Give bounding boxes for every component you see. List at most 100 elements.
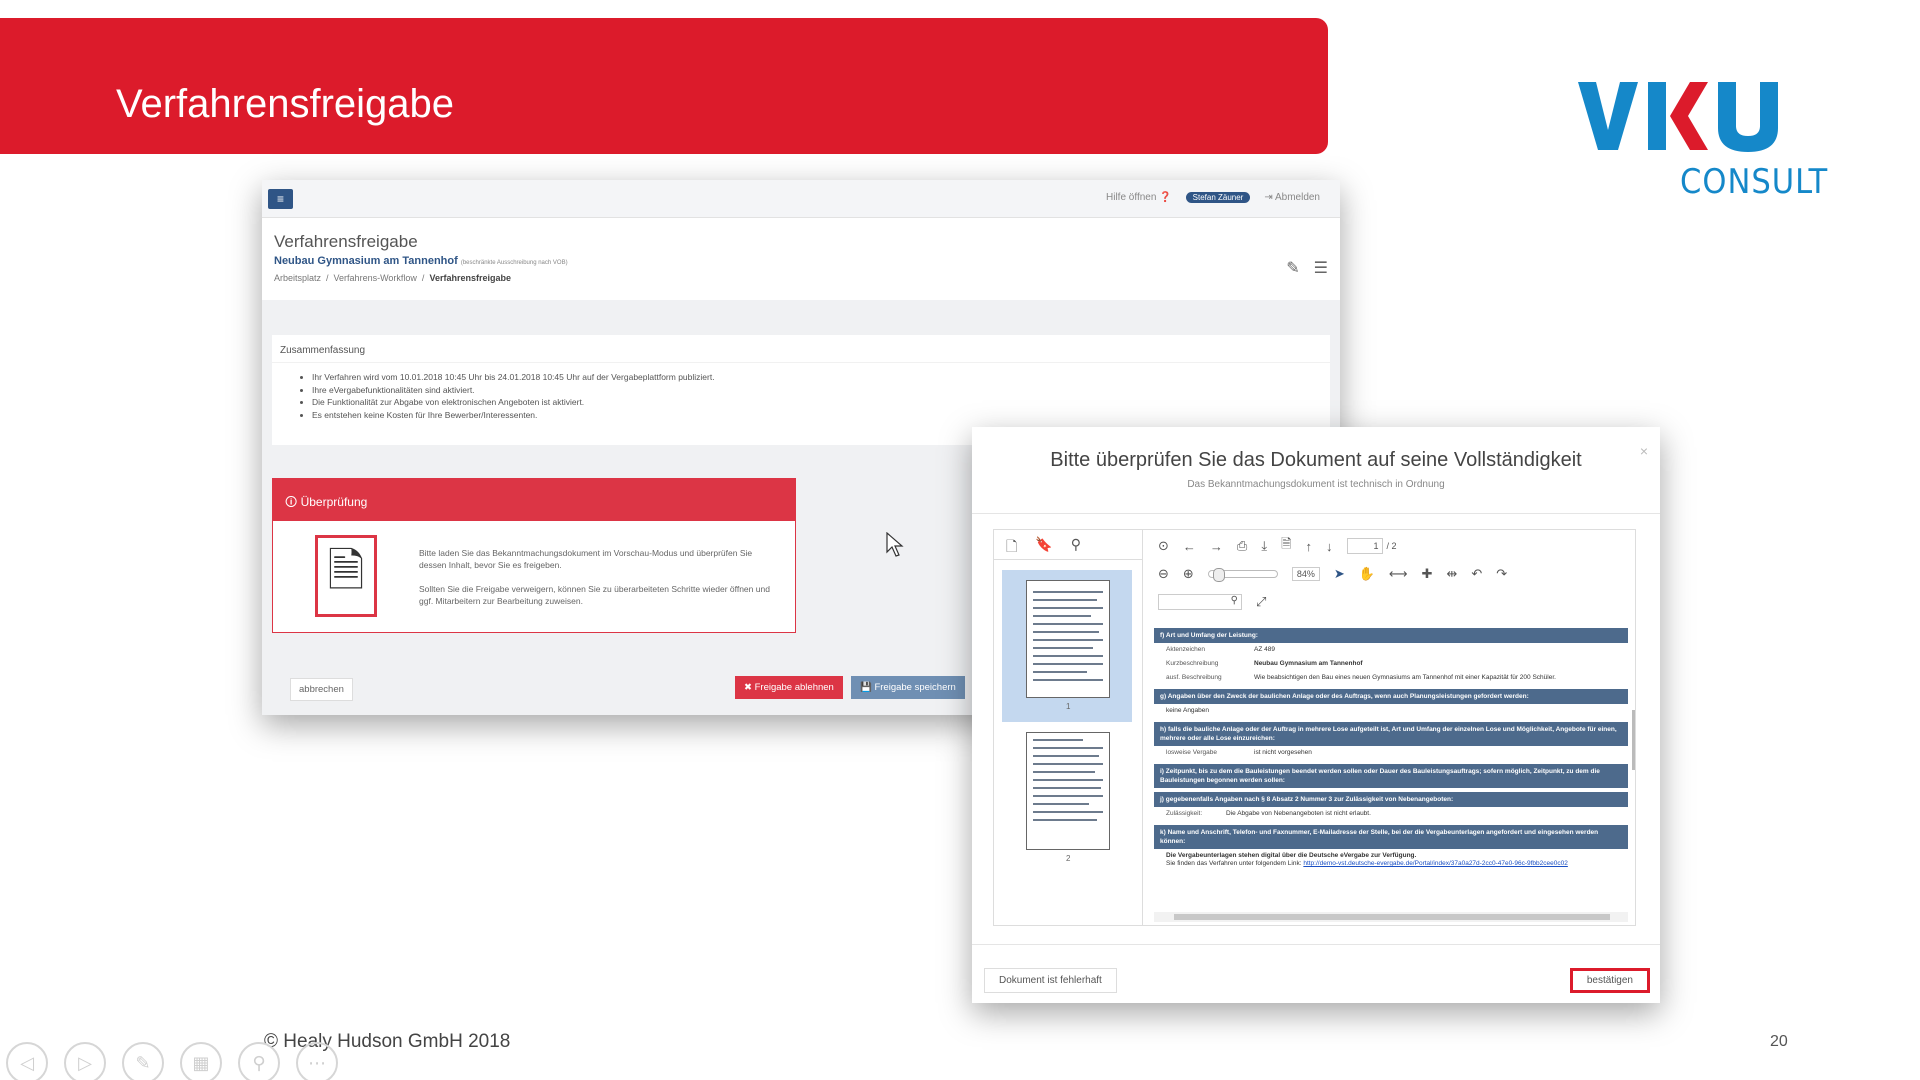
- doc-row: keine Angaben: [1154, 704, 1628, 718]
- help-label: Hilfe öffnen: [1106, 192, 1157, 203]
- zoom-slider[interactable]: [1207, 568, 1278, 582]
- cancel-button[interactable]: abbrechen: [290, 678, 353, 701]
- breadcrumb: Arbeitsplatz / Verfahrens-Workflow / Ver…: [274, 273, 511, 283]
- document-faulty-button[interactable]: Dokument ist fehlerhaft: [984, 968, 1117, 993]
- doc-row-key: ausf. Beschreibung: [1166, 674, 1222, 681]
- zoom-value[interactable]: 84%: [1291, 567, 1320, 581]
- find-search-icon: ⚲: [1230, 595, 1238, 606]
- doc-row-value: AZ 489: [1254, 646, 1275, 653]
- page-down-icon[interactable]: ↓: [1326, 539, 1333, 554]
- page-up-icon[interactable]: ↑: [1306, 539, 1313, 554]
- pdf-icon[interactable]: 🗎: [1281, 535, 1291, 557]
- reject-button[interactable]: ✖ Freigabe ablehnen: [735, 676, 843, 699]
- fullscreen-icon[interactable]: ⤢: [1256, 594, 1266, 610]
- slide-page-number: 20: [1770, 1033, 1788, 1050]
- slide: Verfahrensfreigabe CONSULT ≡ Hilfe öffne…: [0, 0, 1920, 1080]
- doc-text: Die Vergabeunterlagen stehen digital übe…: [1166, 852, 1417, 859]
- select-cursor-icon[interactable]: ➤: [1334, 566, 1345, 582]
- thumbnail-number-1: 1: [1066, 702, 1071, 711]
- user-badge[interactable]: Stefan Zäuner: [1185, 192, 1251, 203]
- zoom-in-icon[interactable]: ⊕: [1183, 566, 1194, 582]
- confirm-button[interactable]: bestätigen: [1569, 968, 1650, 993]
- help-icon: ❓: [1159, 192, 1172, 203]
- modal-subtitle: Das Bekanntmachungsdokument ist technisc…: [1187, 479, 1445, 490]
- fit-page-icon[interactable]: ⇹: [1446, 566, 1457, 582]
- redo-icon[interactable]: ↷: [1496, 566, 1507, 582]
- summary-list: Ihr Verfahren wird vom 10.01.2018 10:45 …: [272, 363, 1330, 421]
- page-thumbnail-1[interactable]: [1026, 580, 1110, 698]
- summary-item: Die Funktionalität zur Abgabe von elektr…: [312, 396, 1330, 409]
- pdf-viewer: 🗋 🔖 ⚲ 1 2 ⊙ ← → ⎙ ⤓ 🗎 ↑ ↓ 1 / 2 ⊖ ⊕ 84% …: [993, 529, 1636, 926]
- search-icon[interactable]: ⚲: [1071, 536, 1081, 553]
- evergabe-link[interactable]: http://demo-vst.deutsche-evergabe.de/Por…: [1303, 860, 1568, 867]
- move-icon[interactable]: ✚: [1422, 566, 1433, 582]
- undo-icon[interactable]: ↶: [1471, 566, 1482, 582]
- hamburger-icon[interactable]: ≡: [268, 189, 293, 209]
- page-number-input[interactable]: 1: [1346, 538, 1383, 554]
- arrow-right-icon[interactable]: →: [1210, 539, 1223, 554]
- section-i-title: i) Zeitpunkt, bis zu dem die Bauleistung…: [1154, 764, 1628, 788]
- breadcrumb-item-arbeitsplatz[interactable]: Arbeitsplatz: [274, 273, 321, 283]
- page-thumbnail-2[interactable]: [1026, 732, 1110, 850]
- doc-row-value: Die Abgabe von Nebenangeboten ist nicht …: [1226, 810, 1371, 817]
- logout-icon: ⇥: [1264, 192, 1273, 203]
- hand-icon[interactable]: ✋: [1359, 566, 1375, 582]
- more-icon[interactable]: ⋯: [296, 1042, 338, 1080]
- doc-row-key: Zulässigkeit:: [1166, 810, 1203, 817]
- review-text-2: Sollten Sie die Freigabe verweigern, kön…: [419, 584, 770, 606]
- doc-row-value: Wie beabsichtigen den Bau eines neuen Gy…: [1254, 674, 1556, 681]
- forward-icon[interactable]: ▷: [64, 1042, 106, 1080]
- doc-link-line: Sie finden das Verfahren unter folgendem…: [1166, 860, 1616, 868]
- summary-item: Ihr Verfahren wird vom 10.01.2018 10:45 …: [312, 371, 1330, 384]
- bookmark-icon[interactable]: 🔖: [1035, 536, 1052, 553]
- review-header: 🛈 Überprüfung: [273, 479, 795, 521]
- find-input[interactable]: ⚲: [1158, 594, 1242, 610]
- section-j-title: j) gegebenenfalls Angaben nach § 8 Absat…: [1154, 792, 1628, 807]
- review-text-1: Bitte laden Sie das Bekanntmachungsdokum…: [419, 548, 753, 570]
- breadcrumb-item-workflow[interactable]: Verfahrens-Workflow: [334, 273, 417, 283]
- app-header: Verfahrensfreigabe Neubau Gymnasium am T…: [262, 218, 1340, 300]
- logout-link[interactable]: ⇥ Abmelden: [1264, 192, 1320, 203]
- breadcrumb-item-current: Verfahrensfreigabe: [429, 273, 511, 283]
- modal-title: Bitte überprüfen Sie das Dokument auf se…: [1050, 449, 1582, 471]
- list-icon[interactable]: ☰: [1314, 258, 1328, 278]
- back-circle-icon[interactable]: ⊙: [1158, 538, 1169, 554]
- print-icon[interactable]: ⎙: [1237, 538, 1247, 554]
- doc-row: Zulässigkeit: Die Abgabe von Nebenangebot…: [1154, 807, 1628, 821]
- pages-icon[interactable]: 🗋: [1006, 536, 1017, 554]
- vertical-scrollbar[interactable]: [1632, 710, 1635, 770]
- zoom-out-icon[interactable]: ⊖: [1158, 566, 1169, 582]
- summary-item: Es entstehen keine Kosten für Ihre Bewer…: [312, 409, 1330, 422]
- save-button[interactable]: 💾 Freigabe speichern: [851, 676, 965, 699]
- project-name-text: Neubau Gymnasium am Tannenhof: [274, 255, 458, 267]
- back-icon[interactable]: ◁: [6, 1042, 48, 1080]
- doc-row-key: losweise Vergabe: [1166, 749, 1217, 756]
- slides-icon[interactable]: ▦: [180, 1042, 222, 1080]
- doc-row: Kurzbeschreibung Neubau Gymnasium am Tann…: [1154, 657, 1628, 671]
- edit-icon[interactable]: ✎: [1286, 258, 1299, 278]
- pen-icon[interactable]: ✎: [122, 1042, 164, 1080]
- topbar-right: Hilfe öffnen ❓ Stefan Zäuner ⇥ Abmelden: [1106, 192, 1320, 203]
- section-g-title: g) Angaben über den Zweck der baulichen …: [1154, 689, 1628, 704]
- document-icon[interactable]: 🗎: [315, 535, 377, 617]
- vku-consult-logo: CONSULT: [1578, 80, 1827, 210]
- doc-text: Sie finden das Verfahren unter folgendem…: [1166, 860, 1302, 867]
- fit-width-icon[interactable]: ⟷: [1389, 566, 1408, 582]
- horizontal-scrollbar[interactable]: [1154, 912, 1628, 922]
- slide-title: Verfahrensfreigabe: [116, 82, 455, 126]
- zoom-icon[interactable]: ⚲: [238, 1042, 280, 1080]
- page-title: Verfahrensfreigabe: [274, 232, 418, 251]
- review-title: Überprüfung: [300, 495, 368, 509]
- close-icon[interactable]: ×: [1640, 443, 1648, 459]
- header-icons: ✎ ☰: [1286, 258, 1328, 278]
- review-panel: 🛈 Überprüfung 🗎 Bitte laden Sie das Beka…: [272, 478, 796, 633]
- summary-title: Zusammenfassung: [272, 335, 1330, 363]
- doc-row-key: Aktenzeichen: [1166, 646, 1206, 653]
- title-banner: Verfahrensfreigabe: [0, 18, 1328, 154]
- help-link[interactable]: Hilfe öffnen ❓: [1106, 192, 1172, 203]
- scrollbar-thumb[interactable]: [1174, 914, 1610, 920]
- download-icon[interactable]: ⤓: [1261, 538, 1267, 554]
- thumbnail-sidebar: 🗋 🔖 ⚲ 1 2: [994, 530, 1143, 925]
- summary-item: Ihre eVergabefunktionalitäten sind aktiv…: [312, 384, 1330, 397]
- arrow-left-icon[interactable]: ←: [1183, 539, 1196, 554]
